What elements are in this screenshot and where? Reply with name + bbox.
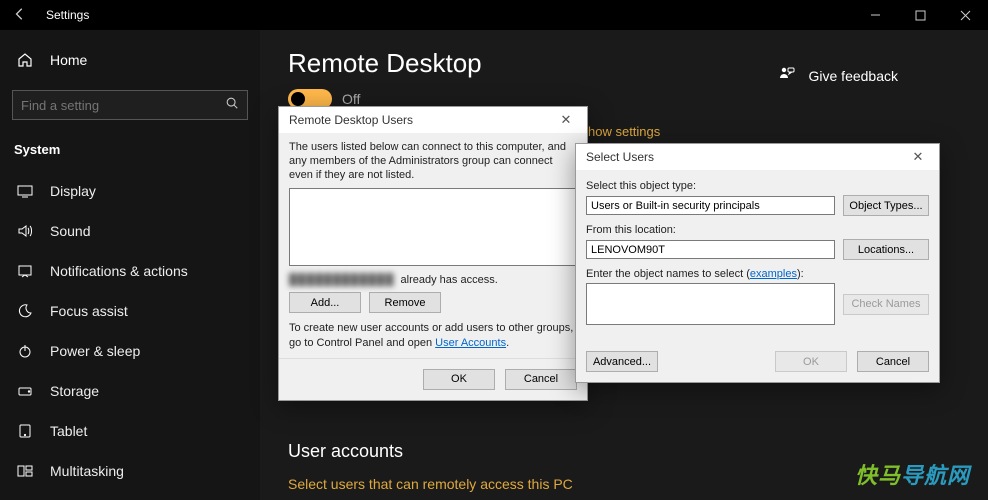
location-field[interactable] — [586, 240, 835, 259]
sidebar-item-label: Tablet — [50, 423, 87, 439]
give-feedback-label: Give feedback — [809, 68, 899, 84]
users-listbox[interactable] — [289, 188, 577, 266]
current-user-blurred: ████████████ — [289, 274, 395, 286]
cancel-button[interactable]: Cancel — [505, 369, 577, 390]
close-icon[interactable]: ✕ — [903, 149, 933, 165]
object-names-input[interactable] — [586, 283, 835, 325]
sidebar-item-sound[interactable]: Sound — [0, 211, 260, 251]
sidebar-item-label: Sound — [50, 223, 90, 239]
hint-text: To create new user accounts or add users… — [289, 321, 577, 350]
titlebar: Settings — [0, 0, 988, 30]
dialog-title: Remote Desktop Users — [289, 113, 413, 127]
remove-button[interactable]: Remove — [369, 292, 441, 313]
give-feedback[interactable]: Give feedback — [779, 66, 899, 85]
sidebar-item-label: Focus assist — [50, 303, 128, 319]
advanced-button[interactable]: Advanced... — [586, 351, 658, 372]
sidebar-item-power-sleep[interactable]: Power & sleep — [0, 331, 260, 371]
names-label-prefix: Enter the object names to select ( — [586, 268, 750, 280]
back-button[interactable] — [0, 7, 40, 24]
show-settings-link[interactable]: how settings — [588, 124, 660, 139]
toggle-state-label: Off — [342, 91, 360, 107]
display-icon — [16, 183, 34, 199]
sidebar-item-label: Power & sleep — [50, 343, 140, 359]
object-names-label: Enter the object names to select (exampl… — [586, 268, 929, 280]
access-info-row: ████████████ already has access. — [289, 274, 577, 286]
add-button[interactable]: Add... — [289, 292, 361, 313]
hint-prefix: To create new user accounts or add users… — [289, 322, 573, 348]
sidebar-item-tablet[interactable]: Tablet — [0, 411, 260, 451]
watermark: 快马导航网 — [855, 458, 970, 490]
power-icon — [16, 343, 34, 359]
dialog-titlebar[interactable]: Select Users ✕ — [576, 144, 939, 170]
notifications-icon — [16, 263, 34, 279]
locations-button[interactable]: Locations... — [843, 239, 929, 260]
sidebar-item-label: Notifications & actions — [50, 263, 188, 279]
select-users-dialog: Select Users ✕ Select this object type: … — [575, 143, 940, 383]
names-label-suffix: ): — [797, 268, 804, 280]
examples-link[interactable]: examples — [750, 268, 797, 280]
sidebar-item-storage[interactable]: Storage — [0, 371, 260, 411]
dialog-description: The users listed below can connect to th… — [289, 141, 577, 182]
check-names-button[interactable]: Check Names — [843, 294, 929, 315]
cancel-button[interactable]: Cancel — [857, 351, 929, 372]
sound-icon — [16, 223, 34, 239]
home-icon — [16, 52, 34, 68]
sidebar-item-label: Display — [50, 183, 96, 199]
section-system-label: System — [0, 136, 260, 171]
sidebar-item-label: Storage — [50, 383, 99, 399]
sidebar: Home System Display Sound Notifications … — [0, 30, 260, 500]
remote-desktop-users-dialog: Remote Desktop Users ✕ The users listed … — [278, 106, 588, 401]
focus-assist-icon — [16, 303, 34, 319]
feedback-icon — [779, 66, 795, 85]
sidebar-item-display[interactable]: Display — [0, 171, 260, 211]
multitasking-icon — [16, 463, 34, 479]
search-input[interactable] — [21, 98, 225, 113]
window-title: Settings — [46, 8, 89, 22]
sidebar-item-multitasking[interactable]: Multitasking — [0, 451, 260, 491]
sidebar-item-focus-assist[interactable]: Focus assist — [0, 291, 260, 331]
home-nav[interactable]: Home — [0, 44, 260, 76]
dialog-title: Select Users — [586, 150, 654, 164]
user-accounts-link[interactable]: User Accounts — [435, 337, 506, 349]
object-type-field[interactable] — [586, 196, 835, 215]
maximize-button[interactable] — [898, 0, 943, 30]
search-box[interactable] — [12, 90, 248, 120]
search-icon — [225, 96, 239, 115]
ok-button[interactable]: OK — [775, 351, 847, 372]
close-button[interactable] — [943, 0, 988, 30]
object-type-label: Select this object type: — [586, 180, 929, 192]
already-has-access-label: already has access. — [401, 274, 498, 286]
location-label: From this location: — [586, 224, 929, 236]
sidebar-item-projecting[interactable]: Projecting to this PC — [0, 491, 260, 500]
select-users-link[interactable]: Select users that can remotely access th… — [288, 476, 573, 492]
tablet-icon — [16, 423, 34, 439]
home-label: Home — [50, 52, 87, 68]
minimize-button[interactable] — [853, 0, 898, 30]
settings-app: Settings Home System Display — [0, 0, 988, 500]
object-types-button[interactable]: Object Types... — [843, 195, 929, 216]
storage-icon — [16, 383, 34, 399]
sidebar-item-label: Multitasking — [50, 463, 124, 479]
sidebar-item-notifications[interactable]: Notifications & actions — [0, 251, 260, 291]
close-icon[interactable]: ✕ — [551, 112, 581, 128]
dialog-titlebar[interactable]: Remote Desktop Users ✕ — [279, 107, 587, 133]
ok-button[interactable]: OK — [423, 369, 495, 390]
